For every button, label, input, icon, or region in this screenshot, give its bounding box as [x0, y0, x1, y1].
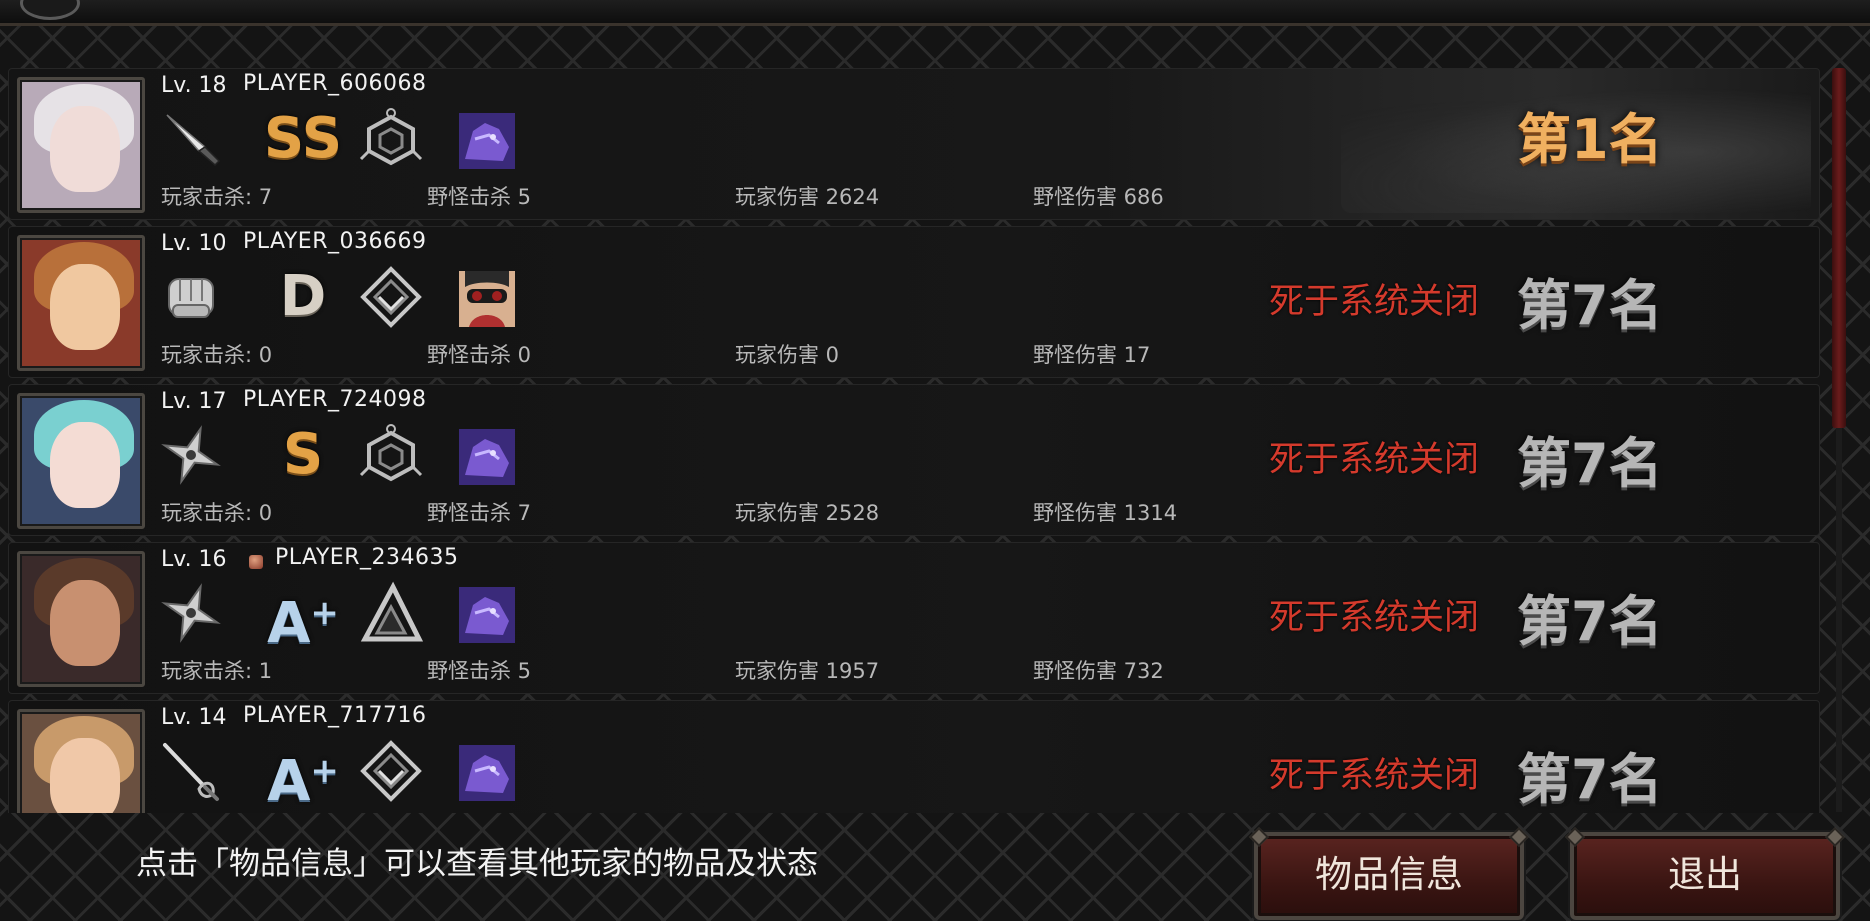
grade-badge: D	[279, 264, 327, 329]
binoculars-man-icon	[459, 271, 515, 327]
rank-label: 第7名	[1517, 590, 1663, 653]
player-row[interactable]: Lv. 18 PLAYER_606068 SS 玩家击杀: 7 野怪击杀 5 玩…	[8, 68, 1820, 220]
purple-beast-icon	[459, 429, 515, 485]
scrollbar-thumb[interactable]	[1832, 68, 1846, 428]
triangle-emblem-icon	[359, 581, 423, 645]
gem-icon	[249, 555, 263, 569]
player-level: Lv. 16	[161, 547, 227, 572]
purple-beast-icon	[459, 113, 515, 169]
grade-badge: SS	[263, 106, 343, 171]
item-info-button[interactable]: 物品信息	[1249, 827, 1529, 920]
player-level: Lv. 18	[161, 73, 227, 98]
death-reason: 死于系统关闭	[1269, 440, 1480, 480]
monster-damage: 野怪伤害 17	[1033, 343, 1151, 367]
player-kills: 玩家击杀: 7	[161, 185, 273, 209]
player-damage: 玩家伤害 2624	[735, 185, 880, 209]
shuriken-icon	[159, 423, 223, 487]
player-row[interactable]: Lv. 14 PLAYER_717716 A+ 死于系统关闭 第7名	[8, 700, 1820, 813]
fist-icon	[159, 265, 223, 329]
exit-label: 退出	[1668, 853, 1742, 896]
avatar-face	[50, 580, 120, 666]
player-damage: 玩家伤害 0	[735, 343, 840, 367]
player-level: Lv. 10	[161, 231, 227, 256]
player-row[interactable]: Lv. 17 PLAYER_724098 S 玩家击杀: 0 野怪击杀 7 玩家…	[8, 384, 1820, 536]
top-bar	[0, 0, 1870, 26]
shuriken-icon	[159, 581, 223, 645]
player-kills: 玩家击杀: 0	[161, 343, 273, 367]
player-row[interactable]: Lv. 16 PLAYER_234635 A+ 玩家击杀: 1 野怪击杀 5 玩…	[8, 542, 1820, 694]
monster-damage: 野怪伤害 686	[1033, 185, 1164, 209]
monster-kills: 野怪击杀 7	[427, 501, 532, 525]
player-kills: 玩家击杀: 1	[161, 659, 273, 683]
purple-beast-icon	[459, 745, 515, 801]
diamond-emblem-icon	[359, 265, 423, 329]
avatar	[17, 709, 145, 813]
player-name: PLAYER_036669	[243, 229, 427, 254]
death-reason: 死于系统关闭	[1269, 598, 1480, 638]
item-info-label: 物品信息	[1315, 853, 1463, 896]
death-reason: 死于系统关闭	[1269, 756, 1480, 796]
grade-badge: S	[282, 422, 324, 487]
rank-label: 第7名	[1517, 432, 1663, 495]
player-row[interactable]: Lv. 10 PLAYER_036669 D 玩家击杀: 0 野怪击杀 0 玩家…	[8, 226, 1820, 378]
player-name: PLAYER_234635	[275, 545, 459, 570]
results-list[interactable]: Lv. 18 PLAYER_606068 SS 玩家击杀: 7 野怪击杀 5 玩…	[8, 68, 1820, 813]
grade-badge: A+	[267, 749, 339, 814]
footer-hint: 点击「物品信息」可以查看其他玩家的物品及状态	[136, 846, 818, 882]
player-name: PLAYER_717716	[243, 703, 427, 728]
monster-kills: 野怪击杀 5	[427, 185, 532, 209]
death-reason: 死于系统关闭	[1269, 282, 1480, 322]
purple-beast-icon	[459, 587, 515, 643]
avatar	[17, 393, 145, 529]
avatar-face	[50, 106, 120, 192]
hexagon-emblem-icon	[359, 423, 423, 487]
player-level: Lv. 14	[161, 705, 227, 730]
avatar	[17, 551, 145, 687]
player-damage: 玩家伤害 1957	[735, 659, 880, 683]
grade-badge: A+	[267, 591, 339, 656]
monster-kills: 野怪击杀 5	[427, 659, 532, 683]
diamond-emblem-icon	[359, 739, 423, 803]
hexagon-emblem-icon	[359, 107, 423, 171]
top-badge-icon	[20, 0, 80, 20]
player-level: Lv. 17	[161, 389, 227, 414]
knife-icon	[159, 107, 223, 171]
rank-label: 第7名	[1517, 748, 1663, 811]
monster-damage: 野怪伤害 1314	[1033, 501, 1178, 525]
avatar-face	[50, 264, 120, 350]
player-name: PLAYER_606068	[243, 71, 427, 96]
player-kills: 玩家击杀: 0	[161, 501, 273, 525]
avatar-face	[50, 738, 120, 813]
avatar	[17, 235, 145, 371]
monster-damage: 野怪伤害 732	[1033, 659, 1164, 683]
monster-kills: 野怪击杀 0	[427, 343, 532, 367]
player-name: PLAYER_724098	[243, 387, 427, 412]
avatar-face	[50, 422, 120, 508]
rank-label: 第7名	[1517, 274, 1663, 337]
player-damage: 玩家伤害 2528	[735, 501, 880, 525]
exit-button[interactable]: 退出	[1565, 827, 1845, 920]
rapier-icon	[159, 739, 223, 803]
rank-label: 第1名	[1517, 108, 1663, 171]
avatar	[17, 77, 145, 213]
